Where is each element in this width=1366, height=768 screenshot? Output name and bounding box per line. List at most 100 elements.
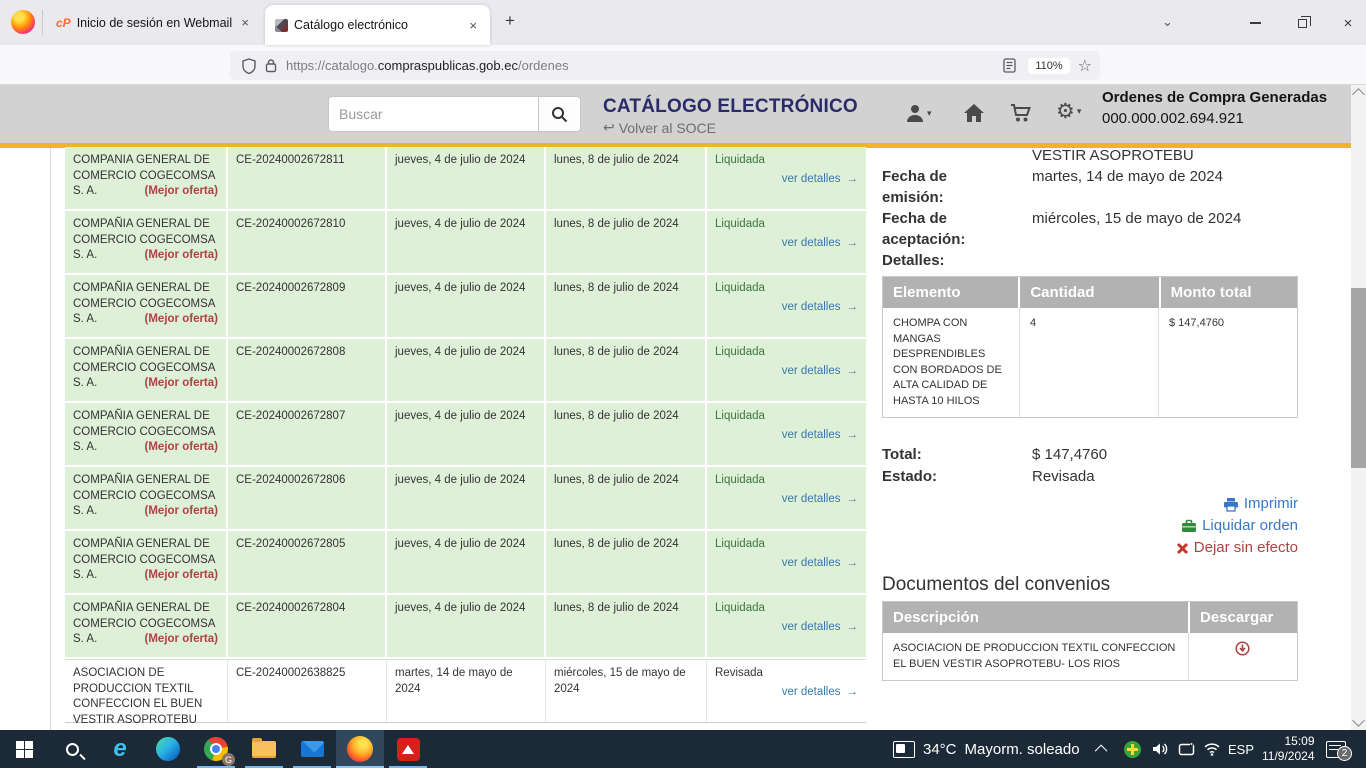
status-cell: Liquidada ver detalles→ [707,403,866,465]
firefox-taskbar-icon[interactable] [336,730,384,768]
file-explorer-icon[interactable] [240,730,288,768]
ver-detalles-link[interactable]: ver detalles→ [782,492,858,508]
zoom-level-indicator[interactable]: 110% [1028,58,1069,74]
acceptance-date-label: Fecha de aceptación: [882,208,977,250]
ver-detalles-link[interactable]: ver detalles→ [782,428,858,444]
notification-center-icon[interactable]: 2 [1326,730,1346,768]
ver-detalles-link[interactable]: ver detalles→ [782,364,858,380]
tab-webmail[interactable]: cP Inicio de sesión en Webmail × [48,6,260,39]
total-value: $ 147,4760 [1032,444,1298,466]
tab-title: Catálogo electrónico [294,18,460,32]
provider-cell: COMPAÑIA GENERAL DE COMERCIO COGECOMSA S… [65,531,228,593]
best-offer-label: (Mejor oferta) [145,504,218,520]
provider-cell: COMPAÑIA GENERAL DE COMERCIO COGECOMSA S… [65,339,228,401]
arrow-icon: → [847,621,859,633]
bookmark-star-icon[interactable]: ☆ [1078,56,1092,76]
new-tab-button[interactable]: + [505,11,515,31]
restore-button[interactable] [1287,14,1317,32]
briefcase-icon [1181,519,1197,533]
table-row: COMPAÑIA GENERAL DE COMERCIO COGECOMSA S… [65,275,866,339]
close-tab-icon[interactable]: × [238,15,252,30]
dejar-sin-efecto-link[interactable]: Dejar sin efecto [882,537,1298,559]
ver-detalles-link[interactable]: ver detalles→ [782,620,858,636]
arrow-icon: → [847,237,859,249]
orders-total-amount: 000.000.002.694.921 [1102,110,1244,127]
issue-date-cell: jueves, 4 de julio de 2024 [387,531,546,593]
reader-mode-icon[interactable] [998,55,1020,77]
chrome-icon[interactable]: G [192,730,240,768]
status-cell: Liquidada ver detalles→ [707,531,866,593]
provider-cell: COMPAÑIA GENERAL DE COMERCIO COGECOMSA S… [65,595,228,657]
home-icon[interactable] [963,103,985,123]
lock-icon[interactable] [260,55,282,77]
search-button[interactable] [538,96,581,132]
cart-icon[interactable] [1010,103,1032,123]
clock[interactable]: 15:09 11/9/2024 [1262,730,1315,768]
documents-heading: Documentos del convenios [882,574,1298,596]
printer-icon [1223,497,1239,512]
liquidar-orden-link[interactable]: Liquidar orden [882,515,1298,537]
table-row: COMPAÑIA GENERAL DE COMERCIO COGECOMSA S… [65,595,866,659]
volume-icon[interactable] [1152,730,1170,768]
ver-detalles-link[interactable]: ver detalles→ [782,300,858,316]
vertical-scrollbar[interactable] [1351,85,1366,730]
ver-detalles-link[interactable]: ver detalles→ [782,236,858,252]
tray-expand-chevron[interactable] [1098,730,1107,768]
language-indicator[interactable]: ESP [1228,730,1254,768]
taskbar-search-button[interactable] [48,730,96,768]
shield-icon[interactable] [238,55,260,77]
tab-catalogo[interactable]: Catálogo electrónico × [265,5,490,45]
provider-cell: COMPAÑIA GENERAL DE COMERCIO COGECOMSA S… [65,211,228,273]
download-icon[interactable] [1235,641,1250,656]
accept-date-cell: lunes, 8 de julio de 2024 [546,339,707,401]
order-code-cell: CE-20240002672806 [228,467,387,529]
orders-page-title: Ordenes de Compra Generadas [1102,89,1327,106]
search-input[interactable] [328,96,538,132]
close-window-button[interactable]: × [1333,14,1363,32]
scrollbar-thumb[interactable] [1351,288,1366,468]
issue-date-cell: jueves, 4 de julio de 2024 [387,467,546,529]
status-cell: Liquidada ver detalles→ [707,211,866,273]
gear-icon[interactable]: ⚙▾ [1056,99,1081,124]
emission-date-label: Fecha de emisión: [882,166,977,208]
provider-cell: COMPAÑIA GENERAL DE COMERCIO COGECOMSA S… [65,275,228,337]
table-row: COMPAÑIA GENERAL DE COMERCIO COGECOMSA S… [65,467,866,531]
antivirus-tray-icon[interactable] [1124,730,1141,768]
scroll-up-arrow[interactable] [1352,88,1365,101]
ver-detalles-link[interactable]: ver detalles→ [782,172,858,188]
ver-detalles-link[interactable]: ver detalles→ [782,685,858,701]
close-tab-icon[interactable]: × [466,18,480,33]
wifi-icon[interactable] [1203,730,1221,768]
documents-table: Descripción Descargar ASOCIACION DE PROD… [882,601,1298,681]
status-text: Liquidada [715,153,858,169]
start-button[interactable] [0,730,48,768]
container-border [50,148,51,730]
best-offer-label: (Mejor oferta) [145,376,218,392]
best-offer-label: (Mejor oferta) [145,312,218,328]
scroll-down-arrow[interactable] [1352,714,1365,727]
mail-icon[interactable] [288,730,336,768]
firefox-logo-icon[interactable] [11,10,35,34]
table-row: COMPAÑIA GENERAL DE COMERCIO COGECOMSA S… [65,339,866,403]
site-header: CATÁLOGO ELECTRÓNICO ↩ Volver al SOCE ▾ … [0,85,1351,143]
status-cell: Revisada ver detalles→ [707,660,866,722]
display-connect-icon[interactable] [1178,730,1195,768]
weather-widget[interactable]: 34°C Mayorm. soleado [893,730,1080,768]
edge-icon[interactable] [144,730,192,768]
document-name-cell: ASOCIACION DE PRODUCCION TEXTIL CONFECCI… [883,633,1188,680]
accept-date-cell: lunes, 8 de julio de 2024 [546,531,707,593]
status-cell: Liquidada ver detalles→ [707,147,866,209]
minimize-button[interactable] [1240,14,1270,32]
user-menu-icon[interactable]: ▾ [905,103,932,123]
url-bar[interactable]: https://catalogo.compraspublicas.gob.ec/… [230,51,1100,80]
issue-date-cell: martes, 14 de mayo de 2024 [387,660,546,722]
screen: cP Inicio de sesión en Webmail × Catálog… [0,0,1366,768]
volver-soce-link[interactable]: ↩ Volver al SOCE [603,119,716,136]
tab-list-chevron-icon[interactable]: ⌄ [1162,14,1173,30]
order-code-cell: CE-20240002638825 [228,660,387,722]
url-text: https://catalogo.compraspublicas.gob.ec/… [286,58,569,73]
acrobat-icon[interactable] [384,730,432,768]
imprimir-link[interactable]: Imprimir [882,493,1298,515]
internet-explorer-icon[interactable]: e [96,730,144,768]
ver-detalles-link[interactable]: ver detalles→ [782,556,858,572]
